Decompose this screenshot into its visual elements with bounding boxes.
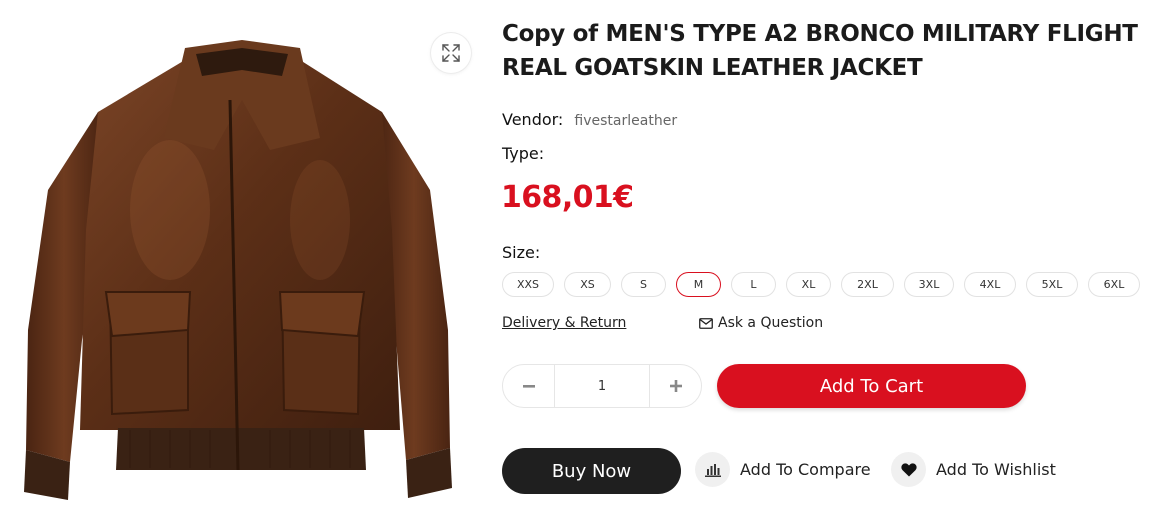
wishlist-icon-circle: [891, 452, 926, 487]
product-price: 168,01€: [501, 180, 634, 215]
envelope-icon: [699, 317, 713, 329]
plus-icon: [669, 380, 682, 392]
size-label: Size:: [502, 243, 541, 262]
size-option-6xl[interactable]: 6XL: [1088, 272, 1140, 297]
type-label: Type:: [502, 144, 545, 163]
add-to-wishlist-button[interactable]: Add To Wishlist: [891, 452, 1056, 487]
vendor-label: Vendor:: [502, 110, 564, 129]
size-option-5xl[interactable]: 5XL: [1026, 272, 1078, 297]
add-to-compare-button[interactable]: Add To Compare: [695, 452, 871, 487]
ask-question-link[interactable]: Ask a Question: [699, 315, 823, 331]
size-option-4xl[interactable]: 4XL: [964, 272, 1016, 297]
quantity-increase-button[interactable]: [650, 365, 701, 407]
size-option-xl[interactable]: XL: [786, 272, 831, 297]
buy-now-button[interactable]: Buy Now: [502, 448, 681, 494]
product-image-area: [0, 0, 480, 519]
compare-icon-circle: [695, 452, 730, 487]
delivery-return-link[interactable]: Delivery & Return: [502, 315, 626, 331]
size-option-l[interactable]: L: [731, 272, 776, 297]
compare-label: Add To Compare: [740, 460, 871, 479]
quantity-stepper: [502, 364, 702, 408]
ask-question-label: Ask a Question: [718, 315, 824, 331]
add-to-cart-button[interactable]: Add To Cart: [717, 364, 1026, 408]
product-title: Copy of MEN'S TYPE A2 BRONCO MILITARY FL…: [502, 21, 1138, 81]
jacket-image[interactable]: [20, 30, 460, 510]
size-option-xs[interactable]: XS: [564, 272, 611, 297]
vendor-row: Vendor: fivestarleather: [502, 110, 677, 129]
size-options: XXS XS S M L XL 2XL 3XL 4XL 5XL 6XL: [502, 272, 1140, 297]
wishlist-label: Add To Wishlist: [936, 460, 1056, 479]
size-option-3xl[interactable]: 3XL: [904, 272, 954, 297]
type-row: Type:: [502, 144, 544, 163]
heart-icon: [900, 462, 917, 476]
vendor-value[interactable]: fivestarleather: [574, 113, 677, 129]
quantity-input[interactable]: [554, 365, 650, 407]
bar-chart-icon: [704, 463, 721, 477]
size-option-s[interactable]: S: [621, 272, 666, 297]
size-option-xxs[interactable]: XXS: [502, 272, 554, 297]
zoom-button[interactable]: [431, 33, 471, 73]
size-option-m[interactable]: M: [676, 272, 721, 297]
expand-icon: [442, 44, 460, 62]
minus-icon: [522, 384, 535, 388]
quantity-decrease-button[interactable]: [503, 365, 554, 407]
size-option-2xl[interactable]: 2XL: [841, 272, 894, 297]
